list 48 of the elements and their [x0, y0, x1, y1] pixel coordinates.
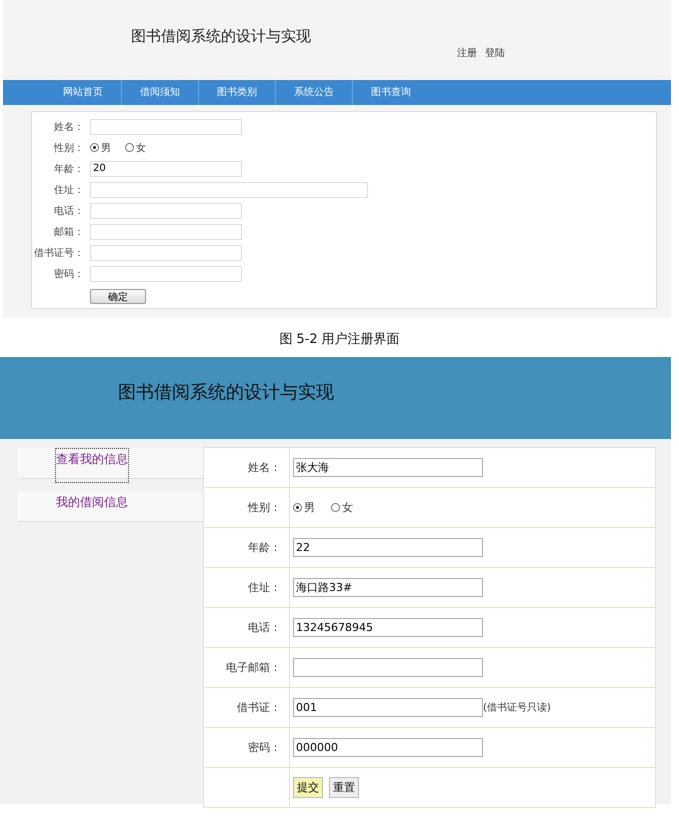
field-label: 电话： [53, 204, 84, 218]
field-label: 姓名： [248, 461, 281, 474]
field-label: 密码： [53, 268, 84, 280]
radio-button[interactable] [90, 143, 99, 152]
figure-caption: 图 5-2 用户注册界面 [279, 330, 400, 348]
field-label: 密码： [248, 741, 281, 754]
input-field[interactable]: 张大海 [293, 458, 483, 477]
radio-label: 男 [101, 142, 111, 154]
radio-label: 女 [342, 500, 353, 515]
field-label: 借书证号： [33, 246, 84, 260]
input-field[interactable]: 20 [90, 160, 242, 176]
field-label: 性别： [52, 142, 84, 154]
radio-button[interactable] [125, 143, 134, 152]
input-field[interactable]: 13245678945 [293, 618, 483, 637]
sidebar-item[interactable]: 我的借阅信息 [18, 491, 203, 522]
field-label: 借书证： [237, 701, 281, 714]
field-label: 住址： [248, 581, 281, 594]
input-field[interactable]: 海口路33# [293, 578, 483, 597]
radio-button[interactable] [331, 503, 340, 512]
header-link[interactable]: 登陆 [485, 46, 505, 60]
nav-item[interactable]: 网站首页 [45, 80, 122, 105]
radio-label: 男 [304, 500, 315, 515]
input-field[interactable]: 001 [293, 698, 483, 717]
radio-button[interactable] [293, 503, 302, 512]
header-link[interactable]: 注册 [457, 46, 477, 60]
field-note: (借书证号只读) [483, 702, 551, 714]
input-field[interactable] [293, 658, 483, 677]
sidebar-link[interactable]: 查看我的信息 [55, 448, 129, 483]
field-label: 性别： [248, 501, 281, 514]
site-title: 图书借阅系统的设计与实现 [131, 26, 311, 46]
field-label: 年龄： [248, 541, 281, 554]
site-title: 图书借阅系统的设计与实现 [118, 381, 334, 404]
nav-item[interactable]: 借阅须知 [122, 80, 199, 105]
field-label: 住址： [53, 184, 84, 196]
field-label: 邮箱： [53, 226, 84, 238]
field-label: 电子邮箱： [226, 661, 281, 674]
reset-button[interactable]: 重置 [329, 777, 359, 798]
radio-label: 女 [136, 142, 146, 154]
nav-item[interactable]: 系统公告 [276, 80, 353, 105]
nav-item[interactable]: 图书类别 [199, 80, 276, 105]
input-field[interactable]: 22 [293, 538, 483, 557]
input-field[interactable]: 000000 [293, 738, 483, 757]
field-label: 电话： [248, 621, 281, 634]
confirm-button[interactable]: 确定 [90, 289, 146, 304]
nav-item[interactable]: 图书查询 [353, 80, 429, 105]
submit-button[interactable]: 提交 [293, 777, 323, 798]
field-label: 年龄： [53, 162, 84, 176]
field-label: 姓名： [53, 120, 84, 134]
